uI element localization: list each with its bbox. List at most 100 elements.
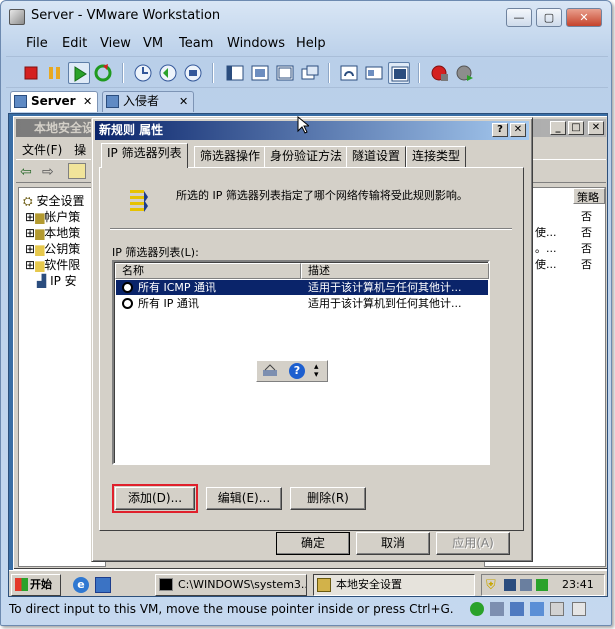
expand-icon[interactable]: ⊞ <box>25 258 35 272</box>
suspend-icon[interactable] <box>44 62 66 84</box>
options-arrow-icon[interactable]: ▴ ▾ <box>314 363 319 380</box>
replay-icon[interactable] <box>453 62 475 84</box>
revert-snapshot-icon[interactable] <box>157 62 179 84</box>
cmd-icon <box>159 578 173 591</box>
tab-close-icon[interactable]: ✕ <box>83 92 92 111</box>
tree-item-account-policy[interactable]: ⊞▆帐户策 <box>25 208 80 225</box>
guest-taskbar: 开始 e C:\WINDOWS\system3... 本地安全设置 ⛨ 23:4… <box>9 570 607 596</box>
help-icon[interactable]: ? <box>289 363 305 379</box>
network-tool-icon[interactable] <box>261 364 281 378</box>
column-header-description[interactable]: 描述 <box>301 263 489 279</box>
network-tray-icon[interactable] <box>504 579 516 591</box>
reset-icon[interactable] <box>92 62 114 84</box>
usb-status-icon[interactable] <box>530 602 544 616</box>
shield-icon[interactable]: ⛨ <box>486 578 496 593</box>
toolbar <box>6 56 608 88</box>
sound-status-icon[interactable] <box>550 602 564 616</box>
bg-close-button[interactable]: ✕ <box>588 121 604 135</box>
filter-description: 所选的 IP 筛选器列表指定了哪个网络传输将受此规则影响。 <box>176 189 468 202</box>
forward-arrow-icon[interactable]: ⇨ <box>42 164 54 180</box>
tree-item-local-policy[interactable]: ⊞▆本地策 <box>25 224 80 241</box>
menu-edit[interactable]: Edit <box>62 36 87 51</box>
bg-menu-action[interactable]: 操 <box>74 143 86 157</box>
help-button[interactable]: ? <box>492 123 508 137</box>
start-button[interactable]: 开始 <box>11 574 61 596</box>
console-view-icon[interactable] <box>388 62 410 84</box>
expand-icon[interactable]: ⊞ <box>25 242 35 256</box>
appliance-view-icon[interactable] <box>363 62 385 84</box>
menu-vm[interactable]: VM <box>143 36 163 51</box>
tab-authentication-methods[interactable]: 身份验证方法 <box>264 146 349 167</box>
expand-icon[interactable]: ⊞ <box>25 226 35 240</box>
tray-app-icon[interactable] <box>536 579 548 591</box>
filter-row-ip[interactable]: 所有 IP 通讯 适用于该计算机到任何其他计... <box>116 296 488 311</box>
tab-filter-action[interactable]: 筛选器操作 <box>194 146 267 167</box>
policy-desc: 使... <box>535 226 557 239</box>
power-on-icon[interactable] <box>68 62 90 84</box>
tab-ip-filter-list[interactable]: IP 筛选器列表 <box>101 143 188 168</box>
cancel-button[interactable]: 取消 <box>356 532 430 555</box>
filter-list[interactable]: 名称 描述 所有 ICMP 通讯 适用于该计算机与任何其他计... 所有 IP … <box>112 260 490 465</box>
tree-item-security-settings[interactable]: ⛭ 安全设置 <box>23 192 84 209</box>
back-arrow-icon[interactable]: ⇦ <box>20 164 32 180</box>
menu-windows[interactable]: Windows <box>227 36 285 51</box>
vm-icon <box>106 95 119 108</box>
tree-item-software-restriction[interactable]: ⊞▆软件限 <box>25 256 80 273</box>
network-status-icon[interactable] <box>470 602 484 616</box>
bg-maximize-button[interactable]: □ <box>568 121 584 135</box>
summary-view-icon[interactable] <box>338 62 360 84</box>
menu-help[interactable]: Help <box>296 36 326 51</box>
tab-intruder[interactable]: 入侵者 ✕ <box>102 91 194 112</box>
menu-team[interactable]: Team <box>179 36 213 51</box>
filter-row-icmp[interactable]: 所有 ICMP 通讯 适用于该计算机与任何其他计... <box>116 280 488 295</box>
column-header-name[interactable]: 名称 <box>115 263 301 279</box>
window-title: Server - VMware Workstation <box>31 8 221 23</box>
add-button[interactable]: 添加(D)... <box>115 487 195 510</box>
apply-button[interactable]: 应用(A) <box>436 532 510 555</box>
tree-item-ip-security[interactable]: ▟ IP 安 <box>37 272 77 289</box>
tab-connection-type[interactable]: 连接类型 <box>406 146 467 167</box>
vm-icon <box>14 95 27 108</box>
full-screen-icon[interactable] <box>249 62 271 84</box>
network-tray-icon[interactable] <box>520 579 532 591</box>
disk-status-icon[interactable] <box>490 602 504 616</box>
outlook-express-icon[interactable] <box>95 577 111 593</box>
quick-switch-icon[interactable] <box>274 62 296 84</box>
message-log-icon[interactable] <box>572 602 586 616</box>
guest-screen[interactable]: 本地安全设 _ □ ✕ 文件(F) 操 ⇦ ⇨ ⛭ 安全设置 ⊞▆帐户策 ⊞▆本… <box>8 113 608 597</box>
tab-server[interactable]: Server ✕ <box>10 91 98 112</box>
power-off-icon[interactable] <box>20 62 42 84</box>
edit-button[interactable]: 编辑(E)... <box>206 487 282 510</box>
menu-view[interactable]: View <box>100 36 131 51</box>
maximize-button[interactable]: ▢ <box>536 8 562 27</box>
radio-ip[interactable] <box>122 298 133 309</box>
policy-column-header[interactable]: 策略 <box>573 188 605 204</box>
dialog-title: 新规则 属性 <box>95 121 529 140</box>
minimize-button[interactable]: — <box>506 8 532 27</box>
policy-value: 否 <box>581 210 592 223</box>
menu-file[interactable]: File <box>26 36 48 51</box>
windows-logo-icon <box>15 578 28 591</box>
snapshot-icon[interactable] <box>132 62 154 84</box>
device-status-icon[interactable] <box>510 602 524 616</box>
tab-tunnel-settings[interactable]: 隧道设置 <box>346 146 407 167</box>
ok-button[interactable]: 确定 <box>276 532 350 555</box>
folder-icon: ▆ <box>35 242 45 256</box>
tab-close-icon[interactable]: ✕ <box>179 92 188 111</box>
radio-icmp[interactable] <box>122 282 133 293</box>
record-icon[interactable] <box>428 62 450 84</box>
bg-menu-file[interactable]: 文件(F) <box>22 143 62 157</box>
internet-explorer-icon[interactable]: e <box>73 577 89 593</box>
show-sidebar-icon[interactable] <box>224 62 246 84</box>
remove-button[interactable]: 删除(R) <box>290 487 366 510</box>
up-folder-icon[interactable] <box>68 163 86 179</box>
task-local-security[interactable]: 本地安全设置 <box>313 574 475 596</box>
close-button[interactable]: ✕ <box>566 8 602 27</box>
snapshot-manager-icon[interactable] <box>182 62 204 84</box>
task-cmd[interactable]: C:\WINDOWS\system3... <box>155 574 307 596</box>
bg-minimize-button[interactable]: _ <box>550 121 566 135</box>
dialog-close-button[interactable]: ✕ <box>510 123 526 137</box>
tree-item-public-key-policy[interactable]: ⊞▆公钥策 <box>25 240 80 257</box>
expand-icon[interactable]: ⊞ <box>25 210 35 224</box>
unity-icon[interactable] <box>299 62 321 84</box>
